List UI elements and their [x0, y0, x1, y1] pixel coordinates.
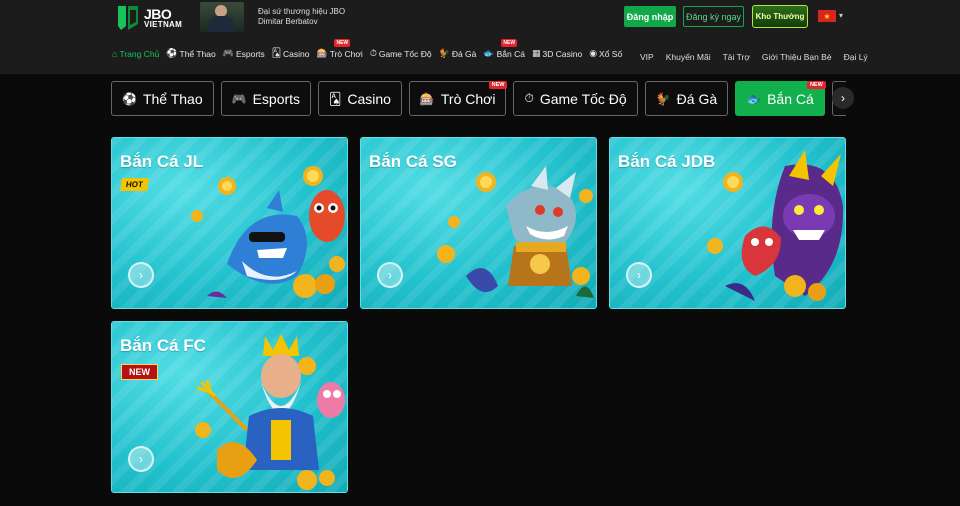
- vietnam-flag-icon[interactable]: ★: [818, 10, 836, 22]
- language-caret-icon[interactable]: ▾: [839, 11, 843, 20]
- tab-label: Đá Gà: [676, 90, 718, 107]
- nav-item-label: Casino: [283, 48, 310, 59]
- tro-choi-icon: 🎰: [316, 48, 328, 58]
- trang-chu-icon: ⌂: [112, 48, 118, 59]
- nav-item-trang-chu[interactable]: ⌂ Trang Chủ: [112, 49, 159, 59]
- esports-icon: 🎮: [231, 91, 247, 106]
- nav-item-label: Bắn Cá: [496, 48, 525, 59]
- main-navigation: ⌂ Trang Chủ ⚽ Thể Thao 🎮 Esports 🂡 Casino 🎰 Trò C…: [112, 39, 629, 59]
- nav-link-khuyen-mai[interactable]: Khuyến Mãi: [666, 52, 711, 62]
- nav-item-label: Trò Chơi: [329, 48, 363, 59]
- ambassador-caption: Đại sứ thương hiệu JBO: [258, 7, 346, 16]
- register-button[interactable]: Đăng ký ngay: [683, 6, 744, 27]
- game-title: Bắn Cá JDB: [618, 152, 716, 171]
- nav-item-label: Xổ Số: [599, 48, 623, 59]
- nav-item-xo-so[interactable]: ◉ Xổ Số: [589, 48, 622, 59]
- da-ga-icon: 🐓: [655, 91, 671, 106]
- nav-link-tai-tro[interactable]: Tài Trợ: [723, 52, 750, 62]
- game-toc-do-icon: ⏱: [524, 91, 534, 105]
- new-badge: NEW: [806, 81, 826, 89]
- jbo-logo-mark-icon: [115, 4, 141, 32]
- ambassador-name: Dimitar Berbatov: [258, 17, 318, 26]
- play-arrow-icon[interactable]: ›: [128, 262, 154, 288]
- nav-item-casino[interactable]: 🂡 Casino: [272, 48, 310, 59]
- hot-badge: HOT: [120, 178, 149, 191]
- nav-item-da-ga[interactable]: 🐓 Đá Gà: [439, 48, 477, 59]
- site-header: JBO VIETNAM Đại sứ thương hiệu JBO Dimit…: [0, 0, 960, 74]
- nav-item-label: Thể Thao: [179, 48, 216, 59]
- tab-the-thao[interactable]: ⚽ Thể Thao: [111, 81, 214, 116]
- secondary-navigation: VIP Khuyến Mãi Tài Trợ Giới Thiệu Bạn Bè Đại…: [640, 52, 880, 62]
- tab-label: Trò Chơi: [440, 90, 496, 107]
- tab-label: Esports: [252, 90, 301, 107]
- nav-item-ban-ca[interactable]: 🐟 Bắn Cá NEW: [483, 39, 525, 59]
- nav-link-vip[interactable]: VIP: [640, 52, 654, 62]
- game-toc-do-icon: ⏱: [369, 48, 377, 58]
- logo-text-secondary: VIETNAM: [144, 20, 183, 29]
- login-button[interactable]: Đăng nhập: [624, 6, 676, 27]
- tab-label: Game Tốc Độ: [539, 90, 627, 107]
- casino-icon: 🂡: [271, 48, 281, 58]
- tab-label: Bắn Cá: [767, 90, 814, 107]
- jbo-logo[interactable]: JBO VIETNAM: [115, 3, 183, 33]
- new-badge: NEW: [501, 39, 518, 47]
- tro-choi-icon: 🎰: [419, 91, 435, 106]
- tab-label: Casino: [347, 90, 391, 107]
- sea-king-artwork-icon: [195, 334, 345, 490]
- nav-item-tro-choi[interactable]: 🎰 Trò Chơi NEW: [316, 39, 363, 59]
- game-title: Bắn Cá JL: [120, 152, 204, 171]
- tab-ban-ca[interactable]: 🐟 Bắn Cá NEW: [735, 81, 826, 116]
- the-thao-icon: ⚽: [166, 48, 178, 58]
- tabs-next-arrow-icon[interactable]: ›: [832, 87, 854, 109]
- 3d-casino-icon: ▦: [531, 48, 541, 58]
- xo-so-icon: ◉: [589, 48, 598, 58]
- play-arrow-icon[interactable]: ›: [626, 262, 652, 288]
- dragon-artwork-icon: [437, 166, 594, 298]
- nav-item-game-toc-do[interactable]: ⏱ Game Tốc Độ: [370, 48, 432, 59]
- nav-item-the-thao[interactable]: ⚽ Thể Thao: [166, 48, 215, 59]
- shark-artwork-icon: [191, 166, 345, 298]
- tab-game-toc-do[interactable]: ⏱ Game Tốc Độ: [513, 81, 638, 116]
- reward-chest-button[interactable]: Kho Thưởng: [752, 5, 808, 28]
- nav-item-3d-casino[interactable]: ▦ 3D Casino: [532, 48, 582, 59]
- game-title: Bắn Cá SG: [369, 152, 457, 171]
- nav-item-label: Game Tốc Độ: [378, 48, 432, 59]
- ban-ca-icon: 🐟: [746, 91, 762, 106]
- game-card-jl[interactable]: Bắn Cá JL HOT ›: [111, 137, 348, 309]
- play-arrow-icon[interactable]: ›: [128, 446, 154, 472]
- tab-da-ga[interactable]: 🐓 Đá Gà: [644, 81, 729, 116]
- game-title: Bắn Cá FC: [120, 336, 206, 355]
- nav-item-esports[interactable]: 🎮 Esports: [223, 48, 265, 59]
- game-card-jdb[interactable]: Bắn Cá JDB ›: [609, 137, 846, 309]
- tab-label: Thể Thao: [142, 90, 203, 107]
- logo-text-primary: JBO: [144, 6, 172, 22]
- nav-item-label: Trang Chủ: [119, 48, 160, 59]
- category-tabs: ⚽ Thể Thao 🎮 Esports 🂡 Casino 🎰 Trò Chơi NEW ⏱ Gam…: [111, 81, 846, 117]
- ambassador-photo: [200, 2, 244, 32]
- nav-item-label: Esports: [235, 48, 265, 59]
- casino-icon: 🂡: [329, 91, 342, 106]
- brand-ambassador-banner[interactable]: Đại sứ thương hiệu JBO Dimitar Berbatov: [200, 2, 345, 32]
- nav-link-gioi-thieu-ban-be[interactable]: Giới Thiệu Bạn Bè: [762, 52, 832, 62]
- game-card-fc[interactable]: Bắn Cá FC NEW ›: [111, 321, 348, 493]
- tab-casino[interactable]: 🂡 Casino: [318, 81, 402, 116]
- new-badge: NEW: [334, 39, 351, 47]
- nav-item-label: Đá Gà: [451, 48, 477, 59]
- the-thao-icon: ⚽: [122, 91, 137, 106]
- new-badge: NEW: [121, 364, 158, 380]
- play-arrow-icon[interactable]: ›: [377, 262, 403, 288]
- tab-esports[interactable]: 🎮 Esports: [220, 81, 312, 116]
- tab-tro-choi[interactable]: 🎰 Trò Chơi NEW: [408, 81, 508, 116]
- nav-link-dai-ly[interactable]: Đại Lý: [844, 52, 868, 62]
- game-card-sg[interactable]: Bắn Cá SG ›: [360, 137, 597, 309]
- nav-item-label: 3D Casino: [542, 48, 583, 59]
- esports-icon: 🎮: [222, 48, 234, 58]
- ban-ca-icon: 🐟: [483, 48, 495, 58]
- new-badge: NEW: [488, 81, 508, 89]
- da-ga-icon: 🐓: [438, 48, 450, 58]
